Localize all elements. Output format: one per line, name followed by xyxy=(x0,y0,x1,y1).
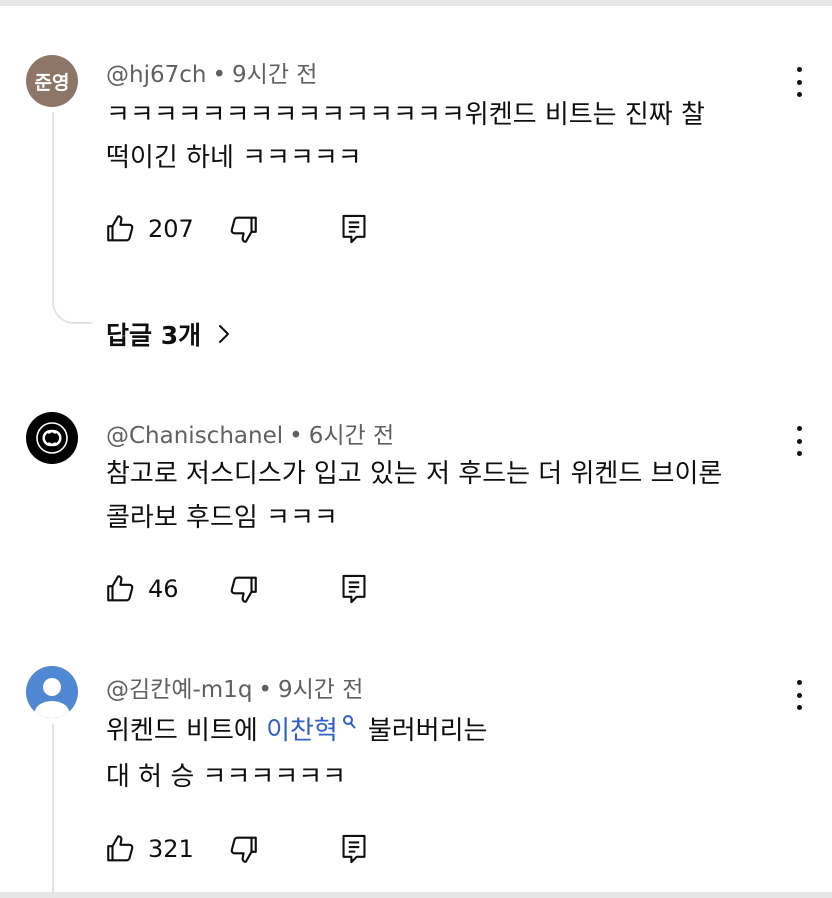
reply-button[interactable] xyxy=(338,212,370,246)
like-count: 207 xyxy=(148,215,194,243)
comment-meta: @hj67ch • 9시간 전 xyxy=(106,55,317,89)
avatar[interactable] xyxy=(26,666,78,718)
comment-text: 불러버리는 xyxy=(367,716,488,746)
mention-text: 이찬혁 xyxy=(266,716,338,746)
comment-meta: @Chanischanel • 6시간 전 xyxy=(106,416,394,450)
like-button[interactable]: 207 xyxy=(104,212,194,246)
thumbs-down-icon xyxy=(230,216,257,243)
comment-text: 위켄드 비트에 xyxy=(106,716,267,746)
comment-text-line: 대 허 승 ㅋㅋㅋㅋㅋㅋ xyxy=(106,762,347,792)
more-vert-icon[interactable] xyxy=(790,680,808,710)
thread-curve xyxy=(52,296,92,324)
comment-text-line: 떡이긴 하네 ㅋㅋㅋㅋㅋ xyxy=(106,143,362,173)
more-vert-icon[interactable] xyxy=(790,426,808,456)
avatar-initials: 준영 xyxy=(34,71,70,94)
replies-count: 답글 3개 xyxy=(106,321,202,350)
dislike-button[interactable] xyxy=(226,832,260,866)
reply-icon xyxy=(342,834,366,864)
search-icon xyxy=(342,715,356,729)
avatar[interactable]: 준영 xyxy=(26,55,78,107)
more-vert-icon[interactable] xyxy=(790,67,808,97)
dislike-button[interactable] xyxy=(226,212,260,246)
thumbs-up-icon xyxy=(107,835,134,862)
timestamp[interactable]: 9시간 전 xyxy=(278,677,363,703)
default-user-icon xyxy=(35,678,69,718)
bottom-divider xyxy=(0,892,832,898)
comment-text-line: 참고로 저스디스가 입고 있는 저 후드는 더 위켄드 브이론 xyxy=(106,459,723,489)
reply-button[interactable] xyxy=(338,572,370,606)
like-count: 321 xyxy=(148,835,194,863)
thumbs-up-icon xyxy=(107,215,134,242)
comment-text-line: 콜라보 후드임 ㅋㅋㅋ xyxy=(106,503,338,533)
username[interactable]: @Chanischanel xyxy=(106,423,283,449)
comment-meta: @김칸예-m1q • 9시간 전 xyxy=(106,670,363,704)
thumbs-up-icon xyxy=(107,575,134,602)
like-count: 46 xyxy=(148,575,179,603)
comment-text-line: ㅋㅋㅋㅋㅋㅋㅋㅋㅋㅋㅋㅋㅋㅋㅋ위켄드 비트는 진짜 찰 xyxy=(106,100,705,130)
username[interactable]: @김칸예-m1q xyxy=(106,677,252,703)
timestamp[interactable]: 9시간 전 xyxy=(232,62,317,88)
username[interactable]: @hj67ch xyxy=(106,62,206,88)
thread-line xyxy=(52,724,54,892)
reply-icon xyxy=(342,574,366,604)
like-button[interactable]: 321 xyxy=(104,832,194,866)
chevron-right-icon xyxy=(219,325,230,343)
separator: • xyxy=(258,677,272,703)
reply-button[interactable] xyxy=(338,832,370,866)
thumbs-down-icon xyxy=(230,836,257,863)
like-button[interactable]: 46 xyxy=(104,572,179,606)
avatar[interactable] xyxy=(26,412,78,464)
separator: • xyxy=(212,62,227,88)
dislike-button[interactable] xyxy=(226,572,260,606)
chanel-logo-icon xyxy=(36,422,68,454)
replies-toggle[interactable]: 답글 3개 xyxy=(106,316,231,352)
mention-link[interactable]: 이찬혁 xyxy=(266,715,368,746)
timestamp[interactable]: 6시간 전 xyxy=(309,423,394,449)
thumbs-down-icon xyxy=(230,576,257,603)
separator: • xyxy=(289,423,303,449)
top-divider xyxy=(0,0,832,6)
reply-icon xyxy=(342,214,366,244)
comment-text-line: 위켄드 비트에 이찬혁 불러버리는 xyxy=(106,708,487,755)
thread-line xyxy=(52,112,54,298)
